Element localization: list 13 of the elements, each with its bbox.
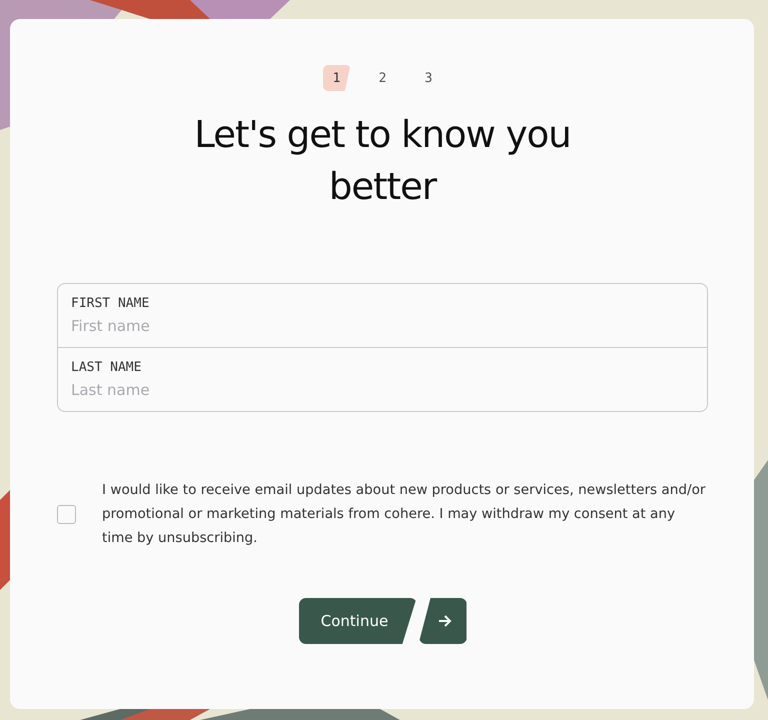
consent-text: I would like to receive email updates about new products or services, newsletters and/or promotional or marketing materials from cohere. I may withdraw my consent at any time by unsubscribing. [102,481,706,548]
input-field[interactable]: First name [71,317,694,335]
input-field[interactable]: Last name [71,381,694,399]
arrow-right-icon [436,613,452,629]
arrow-button[interactable] [418,598,466,644]
field-label: LAST NAME [71,360,142,375]
field-label: FIRST NAME [71,296,150,311]
step-tab[interactable]: 1 [322,65,350,91]
continue-button[interactable]: Continue [298,598,416,644]
step-tab[interactable]: 2 [368,65,396,91]
checkbox[interactable] [57,504,76,524]
page-title: Let's get to know you better [193,112,572,210]
step-tab[interactable]: 3 [414,65,442,91]
